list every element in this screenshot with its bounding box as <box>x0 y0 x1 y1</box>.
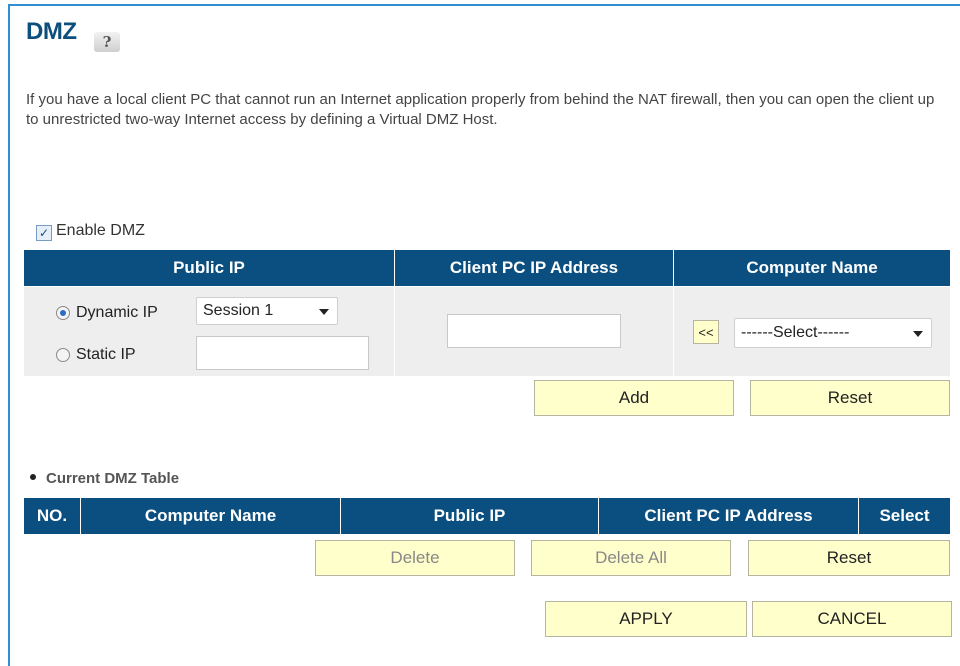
header-computer-name: Computer Name <box>674 250 950 286</box>
header-table-select: Select <box>859 498 950 534</box>
static-ip-label: Static IP <box>76 346 136 363</box>
bullet-icon <box>30 474 36 480</box>
copy-computer-button[interactable]: << <box>693 320 719 344</box>
enable-dmz-row[interactable]: ✓ Enable DMZ <box>36 222 145 241</box>
header-table-computer-name: Computer Name <box>81 498 340 534</box>
current-dmz-table-label: Current DMZ Table <box>46 470 180 487</box>
header-client-ip: Client PC IP Address <box>395 250 673 286</box>
static-ip-input[interactable] <box>196 336 369 370</box>
static-ip-radio[interactable] <box>56 348 70 362</box>
add-button[interactable]: Add <box>534 380 734 416</box>
client-ip-input[interactable] <box>447 314 621 348</box>
session-select-value: Session 1 <box>203 302 274 319</box>
chevron-down-icon <box>913 331 923 337</box>
delete-all-button[interactable]: Delete All <box>531 540 731 576</box>
enable-dmz-label: Enable DMZ <box>56 222 145 239</box>
header-table-client-ip: Client PC IP Address <box>599 498 858 534</box>
help-icon[interactable]: ? <box>94 32 120 52</box>
page-description: If you have a local client PC that canno… <box>26 91 935 128</box>
chevron-down-icon <box>319 309 329 315</box>
apply-button[interactable]: APPLY <box>545 601 747 637</box>
dynamic-ip-radio[interactable] <box>56 306 70 320</box>
dynamic-ip-option[interactable]: Dynamic IP <box>56 304 158 322</box>
dynamic-ip-label: Dynamic IP <box>76 304 158 321</box>
session-select[interactable]: Session 1 <box>196 297 338 325</box>
enable-dmz-checkbox[interactable]: ✓ <box>36 225 52 241</box>
static-ip-option[interactable]: Static IP <box>56 346 136 364</box>
header-table-public-ip: Public IP <box>341 498 598 534</box>
computer-name-select[interactable]: ------Select------ <box>734 318 932 348</box>
cancel-button[interactable]: CANCEL <box>752 601 952 637</box>
reset-config-button[interactable]: Reset <box>750 380 950 416</box>
current-dmz-table-title: Current DMZ Table <box>30 470 179 487</box>
reset-table-button[interactable]: Reset <box>748 540 950 576</box>
header-no: NO. <box>24 498 80 534</box>
computer-select-value: ------Select------ <box>741 324 850 341</box>
page-title: DMZ <box>26 18 77 45</box>
header-public-ip: Public IP <box>24 250 394 286</box>
delete-button[interactable]: Delete <box>315 540 515 576</box>
